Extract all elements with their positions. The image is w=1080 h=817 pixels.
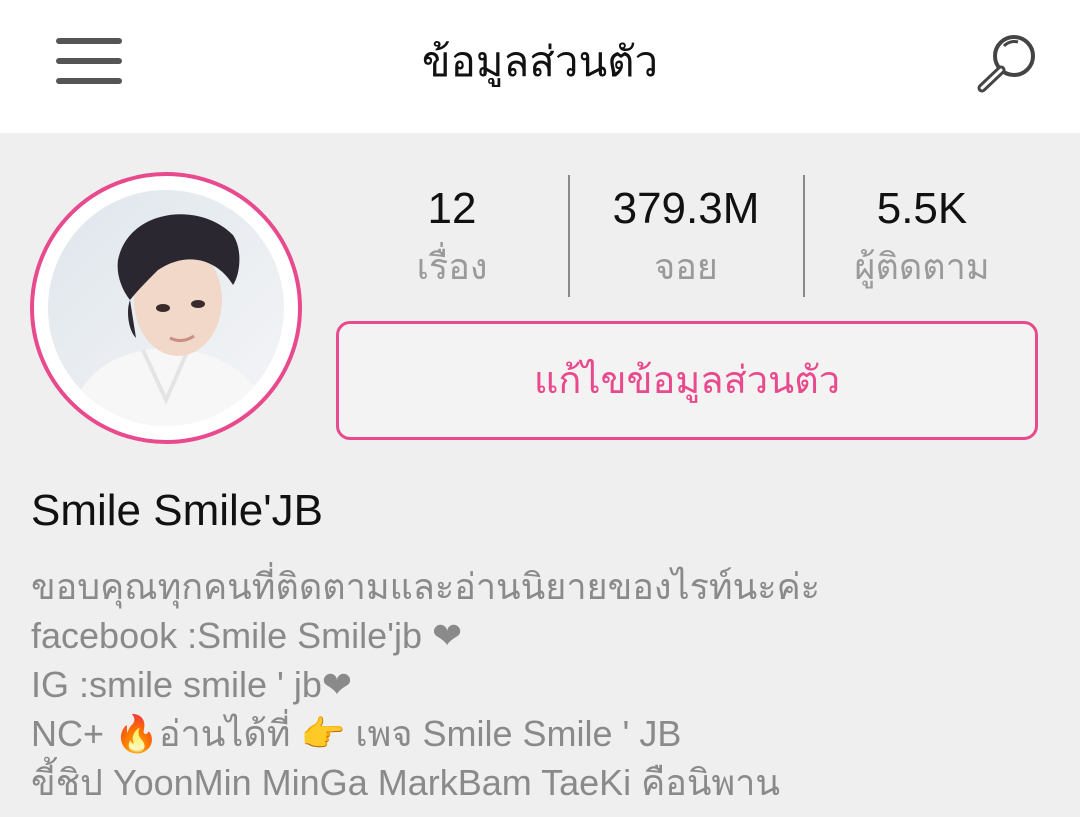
profile-username: Smile Smile'JB (31, 486, 324, 535)
edit-profile-button[interactable]: แก้ไขข้อมูลส่วนตัว (336, 321, 1038, 440)
bio-text: ขี้ชิป YoonMin MinGa MarkBam TaeKi คือนิ… (31, 762, 781, 803)
bio-line: IG :smile smile ' jb❤ (31, 660, 1071, 709)
stat-value: 12 (427, 184, 477, 233)
profile-bio: ขอบคุณทุกคนที่ติดตามและอ่านนิยายของไรท์น… (31, 562, 1071, 807)
fire-icon: 🔥 (114, 713, 159, 754)
bio-line: facebook :Smile Smile'jb ❤ (31, 611, 1071, 660)
heart-icon: ❤ (321, 664, 353, 705)
stat-label: จอย (654, 247, 718, 288)
bio-text: facebook :Smile Smile'jb (31, 615, 433, 656)
stat-label: เรื่อง (416, 247, 488, 288)
pointing-hand-icon: 👉 (300, 713, 346, 754)
stat-joy[interactable]: 379.3M จอย (569, 180, 803, 298)
bio-line: NC+ 🔥อ่านได้ที่ 👉 เพจ Smile Smile ' JB (31, 709, 1071, 758)
bio-line: ขอบคุณทุกคนที่ติดตามและอ่านนิยายของไรท์น… (31, 562, 1071, 611)
search-icon[interactable] (974, 30, 1044, 96)
bio-text: เพจ Smile Smile ' JB (345, 713, 682, 754)
top-app-bar: ข้อมูลส่วนตัว (0, 0, 1080, 133)
stat-value: 5.5K (876, 184, 968, 233)
bio-text: อ่านได้ที่ (158, 713, 301, 754)
stat-value: 379.3M (612, 184, 760, 233)
page-title: ข้อมูลส่วนตัว (421, 37, 659, 86)
bio-line: ขี้ชิป YoonMin MinGa MarkBam TaeKi คือนิ… (31, 758, 1071, 807)
stat-stories[interactable]: 12 เรื่อง (335, 180, 569, 298)
bio-text: ขอบคุณทุกคนที่ติดตามและอ่านนิยายของไรท์น… (31, 566, 820, 607)
avatar[interactable] (30, 172, 302, 444)
bio-text: IG :smile smile ' jb (31, 664, 322, 705)
heart-icon: ❤ (432, 615, 463, 656)
profile-photo (48, 190, 284, 426)
stat-label: ผู้ติดตาม (854, 247, 990, 288)
bio-text: NC+ (31, 713, 115, 754)
stat-followers[interactable]: 5.5K ผู้ติดตาม (805, 180, 1039, 298)
